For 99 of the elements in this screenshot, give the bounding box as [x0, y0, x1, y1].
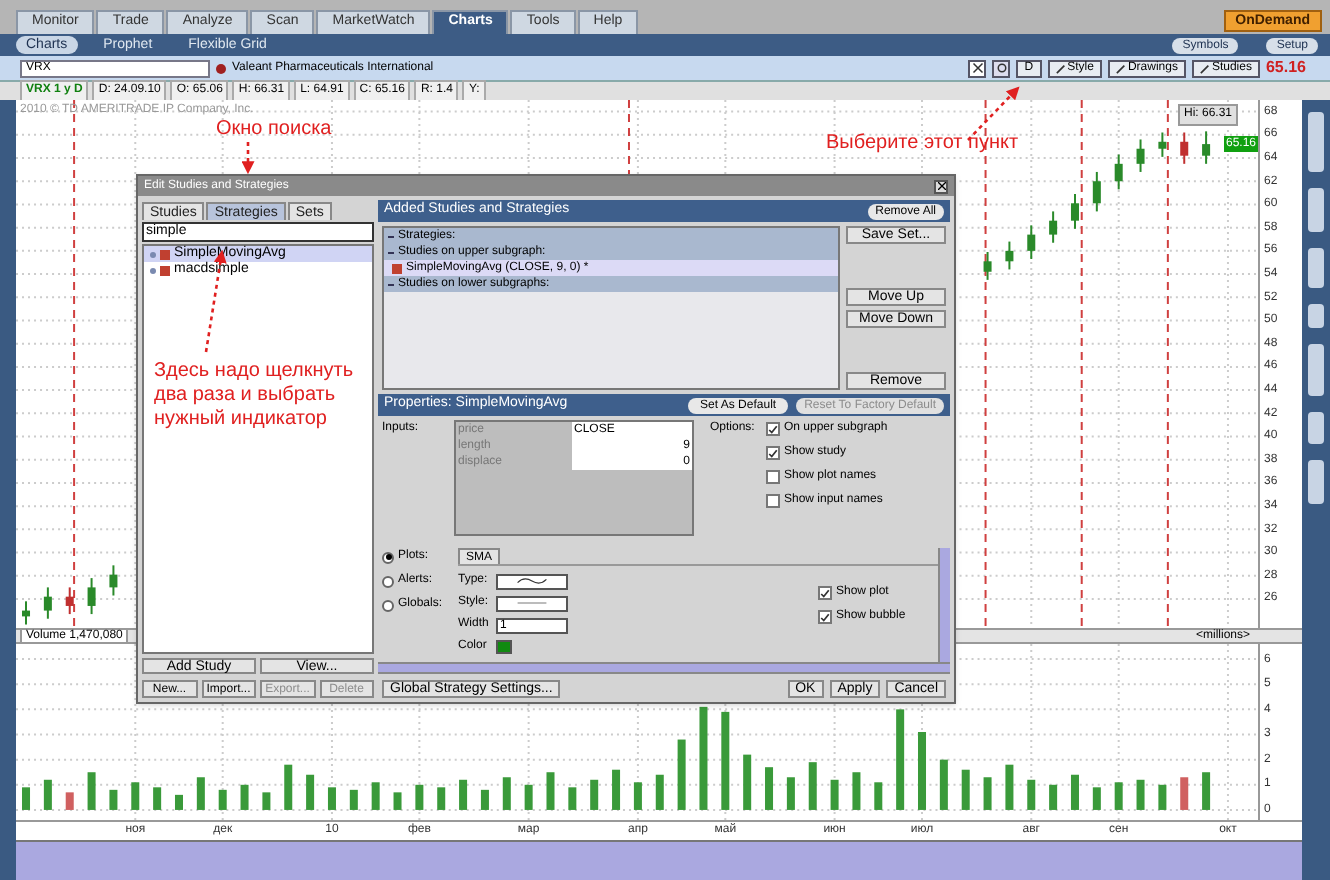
pointer-arrow — [241, 142, 255, 175]
volume-bar — [633, 782, 642, 810]
side-tab[interactable] — [1308, 412, 1324, 444]
volume-bar — [1180, 777, 1189, 810]
candle — [1158, 131, 1167, 158]
volume-bar — [175, 794, 183, 810]
volume-bar — [939, 759, 948, 810]
line-type-field[interactable] — [496, 573, 568, 589]
candle — [1092, 170, 1101, 213]
pointer-arrow — [967, 86, 1020, 141]
scrollbar[interactable] — [938, 548, 950, 662]
volume-bar — [502, 777, 511, 810]
volume-bar — [830, 779, 839, 810]
candle — [22, 600, 30, 626]
volume-bar — [590, 779, 599, 810]
pencil-icon — [1055, 63, 1066, 73]
close-icon[interactable] — [934, 179, 948, 193]
volume-bar — [1005, 764, 1014, 810]
volume-bar — [546, 772, 555, 810]
volume-bar — [87, 772, 96, 810]
candle — [1070, 193, 1079, 230]
scrollbar[interactable] — [16, 840, 1302, 880]
volume-bar — [196, 777, 205, 810]
checkbox[interactable] — [766, 446, 780, 460]
candle — [1005, 240, 1014, 271]
volume-bar — [1136, 779, 1145, 810]
volume-bar — [415, 784, 424, 810]
volume-bar — [524, 784, 533, 810]
pencil-icon — [1199, 63, 1210, 73]
volume-bar — [153, 787, 162, 810]
line-style-field[interactable] — [496, 595, 568, 611]
checkbox[interactable] — [818, 586, 832, 600]
last-price: 65.16 — [1265, 56, 1308, 80]
volume-bar — [1049, 784, 1058, 810]
volume-bar — [437, 787, 446, 810]
radio-button[interactable] — [382, 575, 394, 587]
volume-bar — [765, 767, 774, 810]
candle — [1027, 224, 1036, 260]
candle — [65, 586, 74, 616]
checkbox[interactable] — [766, 422, 780, 436]
candle — [1114, 153, 1123, 191]
volume-bar — [961, 769, 970, 810]
checkbox[interactable] — [766, 494, 780, 508]
volume-bar — [655, 774, 664, 810]
volume-bar — [568, 787, 577, 810]
volume-bar — [43, 779, 52, 810]
volume-bar — [808, 762, 817, 810]
volume-bar — [1092, 787, 1101, 810]
volume-bar — [65, 792, 74, 810]
volume-bar — [1202, 772, 1211, 810]
volume-bar — [743, 754, 752, 810]
volume-bar — [218, 789, 227, 810]
volume-bar — [349, 789, 358, 810]
checkbox[interactable] — [818, 610, 832, 624]
volume-bar — [371, 782, 380, 810]
volume-bar — [22, 787, 30, 810]
candle — [1049, 210, 1058, 244]
candle — [1202, 130, 1211, 165]
radio-button[interactable] — [382, 551, 394, 563]
volume-bar — [874, 782, 883, 810]
candle — [1180, 131, 1189, 165]
volume-bar — [480, 789, 489, 810]
volume-bar — [699, 706, 708, 810]
volume-bar — [306, 774, 315, 810]
candle — [109, 564, 118, 597]
volume-bar — [1114, 782, 1123, 810]
annotation-text: Окно поиска — [216, 116, 332, 144]
volume-bar — [918, 732, 926, 810]
volume-bar — [612, 769, 621, 810]
volume-bar — [240, 784, 249, 810]
volume-bar — [1158, 784, 1167, 810]
pencil-icon — [1115, 63, 1126, 73]
volume-bar — [1027, 779, 1036, 810]
checkbox[interactable] — [766, 470, 780, 484]
volume-bar — [786, 777, 795, 810]
volume-bar — [109, 789, 118, 810]
volume-bar — [677, 739, 686, 810]
volume-bar — [393, 792, 402, 810]
candle — [87, 577, 96, 616]
volume-bar — [852, 772, 861, 810]
volume-bar — [983, 777, 992, 810]
volume-bar — [284, 764, 293, 810]
straight-line-icon — [516, 598, 548, 608]
volume-bar — [131, 782, 140, 810]
radio-button[interactable] — [382, 599, 394, 611]
volume-bar — [262, 792, 271, 810]
volume-bar — [721, 711, 730, 810]
candle — [1136, 138, 1145, 173]
candle — [983, 251, 992, 281]
scrollbar[interactable] — [378, 662, 950, 674]
volume-bar — [327, 787, 336, 810]
side-tab[interactable] — [1308, 304, 1324, 328]
volume-bar — [459, 779, 468, 810]
volume-bar — [896, 709, 905, 810]
wave-line-icon — [516, 576, 548, 586]
annotation-text: Выберите этот пункт — [826, 130, 1019, 158]
volume-bar — [1070, 774, 1079, 810]
color-swatch[interactable] — [496, 640, 512, 654]
candle — [43, 586, 52, 620]
